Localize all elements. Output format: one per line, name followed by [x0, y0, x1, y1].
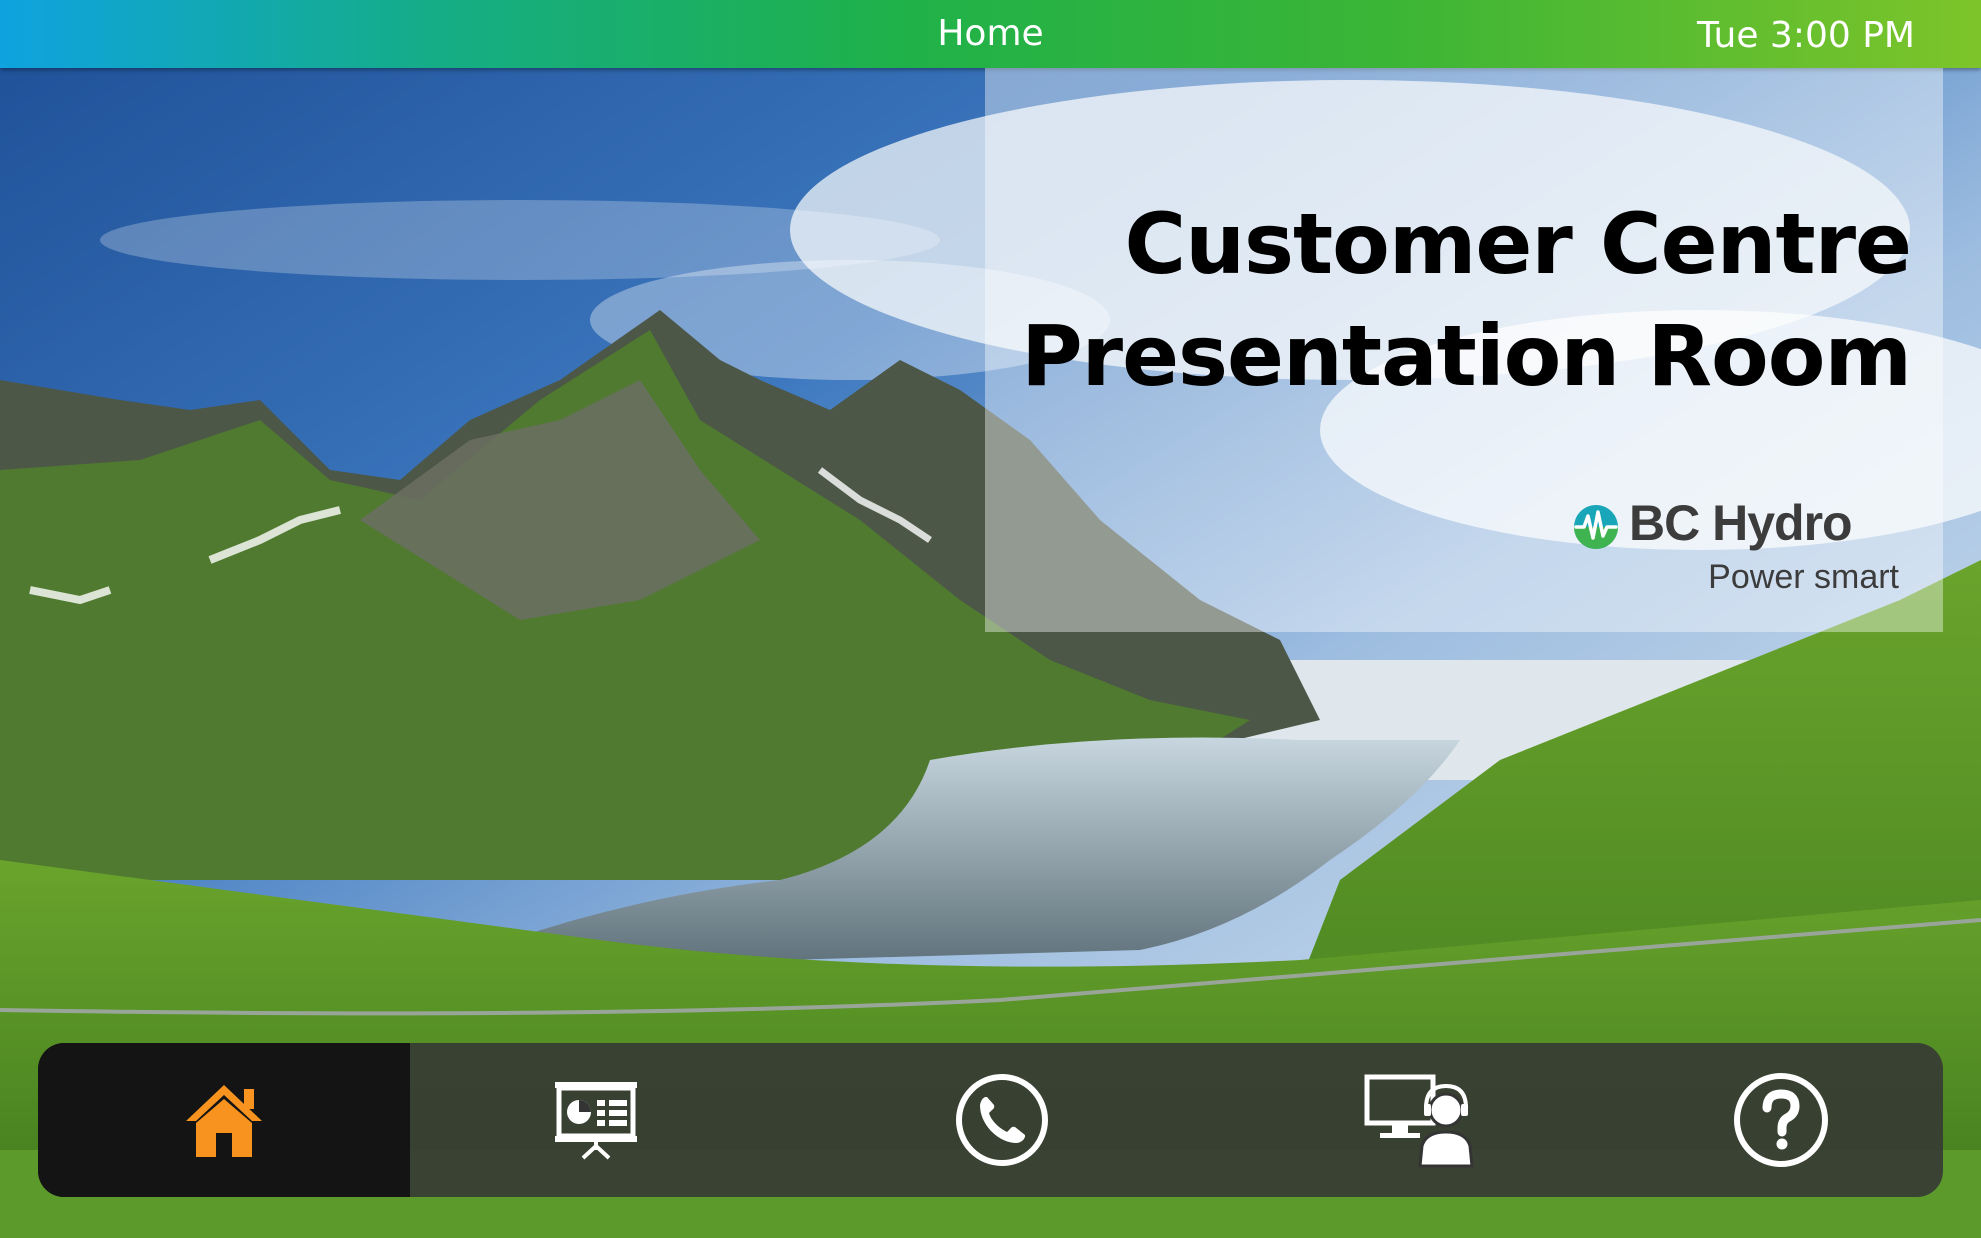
- computer-support-icon: [1364, 1072, 1476, 1168]
- nav-support-button[interactable]: [1222, 1043, 1618, 1197]
- presentation-icon: [553, 1080, 639, 1160]
- status-bar: Home Tue 3:00 PM: [0, 0, 1981, 68]
- bc-hydro-logo: BC Hydro Power smart: [1573, 495, 1903, 600]
- home-icon: [182, 1081, 266, 1159]
- phone-icon: [955, 1073, 1049, 1167]
- clock: Tue 3:00 PM: [1697, 15, 1915, 56]
- bottom-nav-bar: [38, 1043, 1943, 1197]
- brand-tagline: Power smart: [1708, 558, 1899, 596]
- room-title-line1: Customer Centre: [1124, 195, 1912, 293]
- room-title: Customer Centre Presentation Room: [1021, 188, 1912, 412]
- room-title-panel: Customer Centre Presentation Room BC Hyd…: [985, 68, 1943, 632]
- nav-help-button[interactable]: [1618, 1043, 1943, 1197]
- nav-phone-button[interactable]: [782, 1043, 1222, 1197]
- room-title-line2: Presentation Room: [1021, 307, 1912, 405]
- bc-hydro-mark-icon: [1574, 505, 1618, 549]
- brand-name: BC Hydro: [1629, 495, 1853, 551]
- nav-home-button[interactable]: [38, 1043, 410, 1197]
- screen-title: Home: [937, 13, 1044, 54]
- help-icon: [1733, 1072, 1829, 1168]
- nav-presentation-button[interactable]: [410, 1043, 782, 1197]
